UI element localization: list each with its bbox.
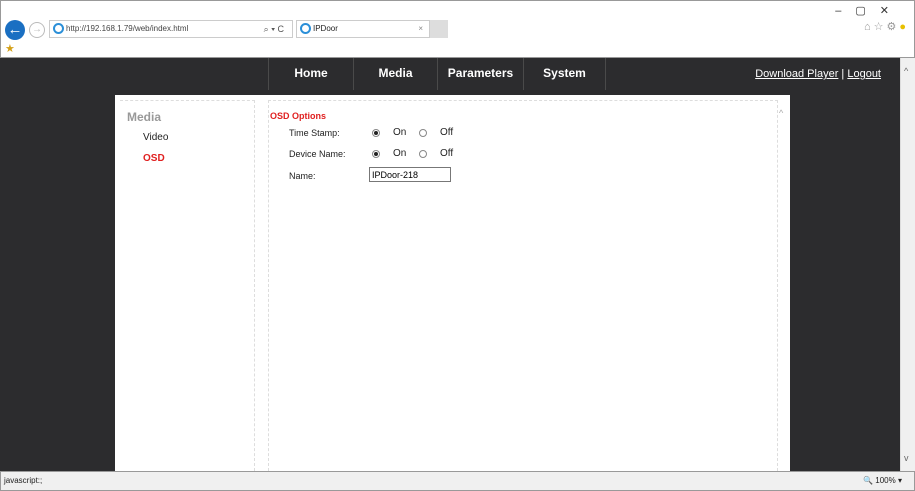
separator: | xyxy=(841,68,845,80)
tab-title: IPDoor xyxy=(313,24,338,33)
nav-parameters[interactable]: Parameters xyxy=(437,58,523,90)
ie-icon xyxy=(53,23,64,34)
ie-icon xyxy=(300,23,311,34)
search-refresh-icons[interactable]: ⌕ ▾ C xyxy=(264,21,284,37)
sidebar-item-video[interactable]: Video xyxy=(143,132,168,143)
nav-media[interactable]: Media xyxy=(353,58,437,90)
favorites-star-icon[interactable]: ★ xyxy=(5,42,15,55)
nav-home[interactable]: Home xyxy=(268,58,353,90)
time-stamp-off-radio[interactable] xyxy=(419,129,427,137)
top-links: Download Player | Logout xyxy=(755,68,881,80)
time-stamp-off-label: Off xyxy=(440,127,454,138)
device-name-off-label: Off xyxy=(440,148,454,159)
new-tab-button[interactable] xyxy=(430,20,448,38)
toolbar-icons[interactable]: ⌂☆⚙● xyxy=(864,20,909,33)
back-button[interactable]: ← xyxy=(5,20,25,40)
device-name-off-radio[interactable] xyxy=(419,150,427,158)
forward-button[interactable]: → xyxy=(29,22,45,38)
time-stamp-on-label: On xyxy=(393,127,407,138)
tab-ipdoor[interactable]: IPDoor × xyxy=(296,20,430,38)
device-name-label: Device Name: xyxy=(289,149,346,159)
panel-scroll-up-icon[interactable]: ^ xyxy=(779,108,783,118)
name-label: Name: xyxy=(289,171,316,181)
window-controls[interactable]: –▢✕ xyxy=(835,4,903,17)
url-text: http://192.168.1.79/web/index.html xyxy=(66,24,189,33)
main-nav: Home Media Parameters System xyxy=(268,58,606,90)
zoom-control[interactable]: 🔍 100% ▾ xyxy=(863,472,902,490)
time-stamp-on-radio[interactable] xyxy=(372,129,380,137)
section-title: OSD Options xyxy=(270,111,326,121)
sidebar-item-osd[interactable]: OSD xyxy=(143,153,165,164)
close-tab-icon[interactable]: × xyxy=(418,21,423,37)
scroll-down-icon[interactable]: v xyxy=(904,453,909,463)
device-name-on-radio[interactable] xyxy=(372,150,380,158)
page-scrollbar[interactable]: ^ v xyxy=(900,58,915,471)
device-name-on-label: On xyxy=(393,148,407,159)
sidebar-heading: Media xyxy=(127,110,162,124)
nav-system[interactable]: System xyxy=(523,58,606,90)
zoom-level: 100% xyxy=(875,476,896,485)
status-bar: javascript:; 🔍 100% ▾ xyxy=(0,471,915,491)
status-text: javascript:; xyxy=(4,476,43,485)
sidebar: Media Video OSD xyxy=(120,100,255,471)
scroll-up-icon[interactable]: ^ xyxy=(904,66,908,76)
logout-link[interactable]: Logout xyxy=(847,68,881,80)
address-bar[interactable]: http://192.168.1.79/web/index.html ⌕ ▾ C xyxy=(49,20,293,38)
download-player-link[interactable]: Download Player xyxy=(755,68,838,80)
time-stamp-label: Time Stamp: xyxy=(289,128,340,138)
name-input[interactable] xyxy=(369,167,451,182)
